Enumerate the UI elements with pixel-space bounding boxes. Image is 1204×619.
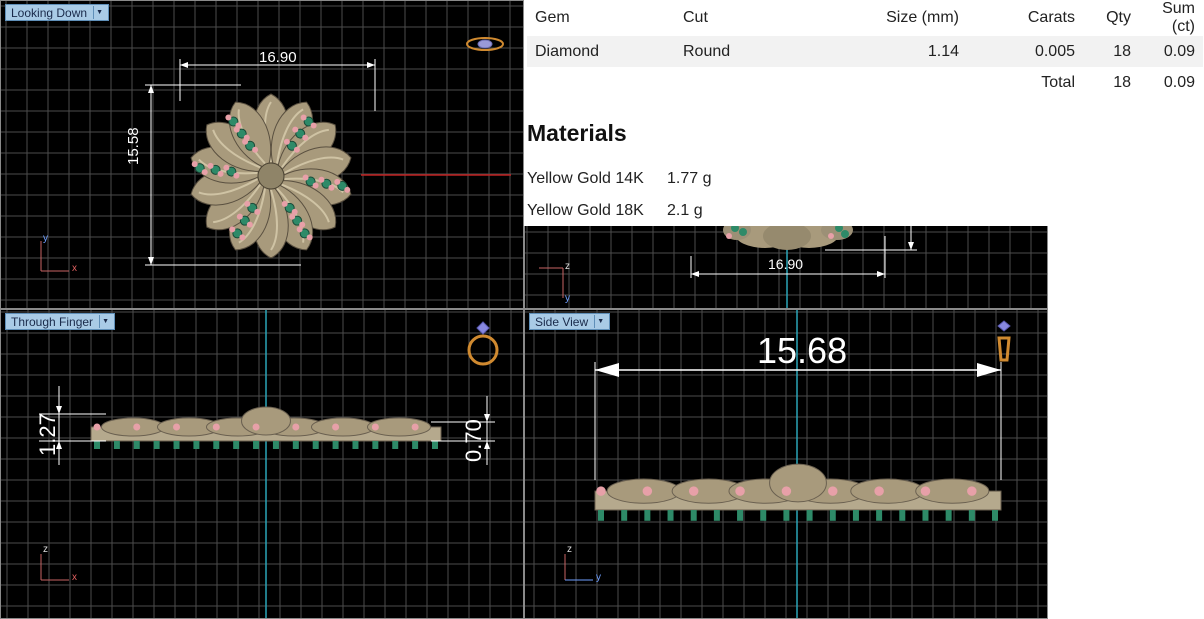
chevron-down-icon[interactable]: ▼ <box>93 6 105 19</box>
dimension-width: 16.90 <box>768 256 804 272</box>
ring-top-icon <box>466 37 504 51</box>
dimension-height: 15.58 <box>125 127 142 165</box>
material-item: Yellow Gold 14K 1.77 g <box>527 170 711 188</box>
material-name: Yellow Gold 18K <box>527 202 644 219</box>
front-view-canvas <box>1 310 523 618</box>
total-sum: 0.09 <box>1163 73 1195 91</box>
col-carats: Carats <box>1027 9 1075 26</box>
axis-right-label: z <box>565 261 570 272</box>
material-weight: 2.1 g <box>667 202 703 219</box>
col-sum: Sum (ct) <box>1162 0 1195 35</box>
col-size: Size (mm) <box>886 9 959 26</box>
cell-gem: Diamond <box>527 36 675 67</box>
cell-sum: 0.09 <box>1139 36 1203 67</box>
dimension-right: 0.70 <box>461 419 486 462</box>
total-row: Total 18 0.09 <box>527 67 1203 98</box>
viewport-menu-looking-down[interactable]: Looking Down ▼ <box>5 4 110 21</box>
cell-qty: 18 <box>1083 36 1139 67</box>
gem-table: Gem Cut Size (mm) Carats Qty Sum (ct) Di… <box>527 0 1203 98</box>
viewport-through-finger[interactable]: Through Finger ▼ 1.27 0.70 z x <box>0 309 524 619</box>
gem-table-header: Gem Cut Size (mm) Carats Qty Sum (ct) <box>527 0 1203 36</box>
cell-cut: Round <box>675 36 821 67</box>
axis-up-label: y <box>565 293 570 304</box>
col-gem: Gem <box>535 9 570 26</box>
viewport-side-view[interactable]: Side View ▼ 15.68 z y <box>524 309 1048 619</box>
table-row: Diamond Round 1.14 0.005 18 0.09 <box>527 36 1203 67</box>
viewport-label: Through Finger <box>11 314 94 329</box>
dimension-width: 15.68 <box>757 330 848 371</box>
cell-carats: 0.005 <box>967 36 1083 67</box>
total-label: Total <box>1041 73 1075 91</box>
viewport-looking-down[interactable]: Looking Down ▼ 16.90 15.58 y x <box>0 0 524 309</box>
material-weight: 1.77 g <box>667 170 712 187</box>
viewport-menu-side-view[interactable]: Side View ▼ <box>529 313 611 330</box>
ring-front-icon <box>467 321 499 366</box>
viewport-label: Looking Down <box>11 5 88 20</box>
col-cut: Cut <box>683 9 708 26</box>
total-qty: 18 <box>1113 73 1131 91</box>
dimension-left: 1.27 <box>35 413 60 456</box>
axis-up-label: z <box>567 544 572 555</box>
col-qty: Qty <box>1106 9 1131 26</box>
axis-up-label: z <box>43 544 48 555</box>
top-view-canvas <box>1 1 523 308</box>
viewport-perspective[interactable]: 16.90 y z <box>524 226 1048 309</box>
material-name: Yellow Gold 14K <box>527 170 644 187</box>
materials-title: Materials <box>527 120 627 146</box>
axis-right-label: x <box>72 263 77 274</box>
cell-size: 1.14 <box>821 36 967 67</box>
viewport-label: Side View <box>535 314 589 329</box>
chevron-down-icon[interactable]: ▼ <box>594 315 606 328</box>
axis-up-label: y <box>43 233 48 244</box>
axis-right-label: x <box>72 572 77 583</box>
viewport-menu-through-finger[interactable]: Through Finger ▼ <box>5 313 116 330</box>
dimension-width: 16.90 <box>259 49 297 66</box>
material-item: Yellow Gold 18K 2.1 g <box>527 202 703 220</box>
chevron-down-icon[interactable]: ▼ <box>99 315 111 328</box>
axis-right-label: y <box>596 572 601 583</box>
